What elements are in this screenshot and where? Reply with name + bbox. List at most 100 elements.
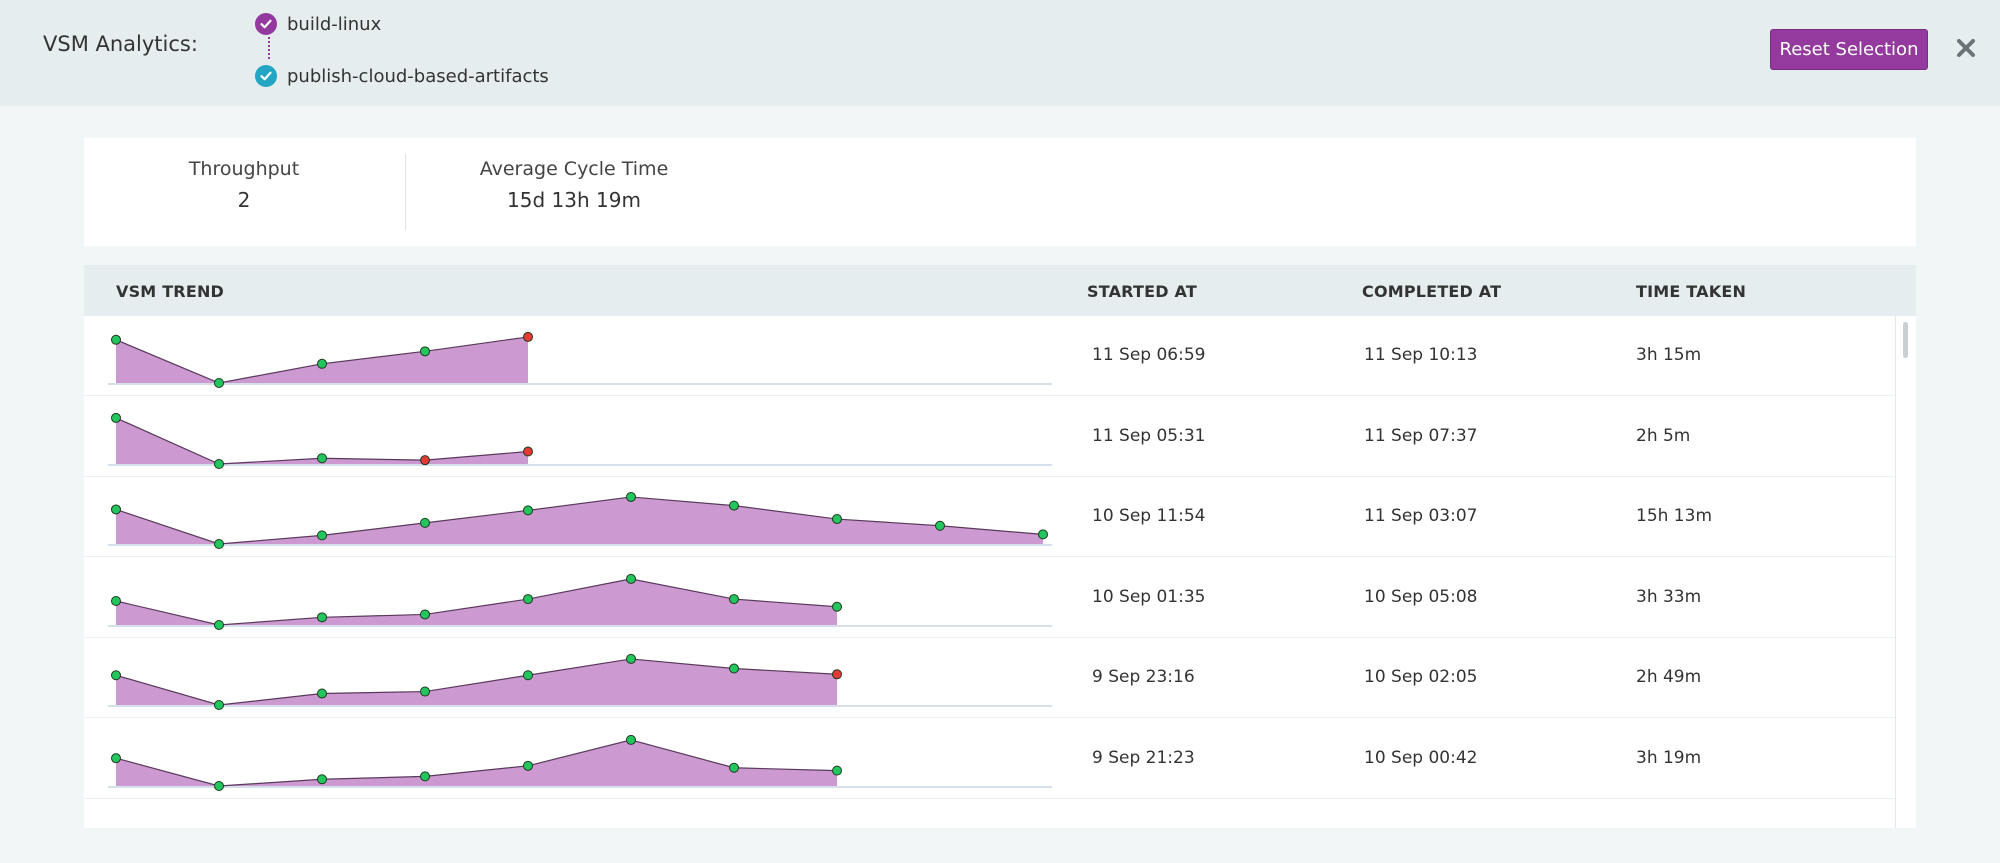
completed-at-cell: 11 Sep 03:07 <box>1364 506 1478 526</box>
time-taken-cell: 3h 33m <box>1636 586 1702 607</box>
trend-point[interactable] <box>214 378 224 388</box>
trend-point[interactable] <box>523 670 533 681</box>
column-header-completed-at: COMPLETED AT <box>1362 282 1502 301</box>
column-header-time-taken: TIME TAKEN <box>1636 282 1747 301</box>
time-taken-cell: 3h 15m <box>1636 345 1702 365</box>
table-row[interactable]: 10 Sep 11:54 11 Sep 03:07 15h 13m <box>84 477 1895 557</box>
time-taken-cell: 3h 19m <box>1636 747 1702 768</box>
vsm-trend-chart <box>108 491 1052 549</box>
stage-label: publish-cloud-based-artifacts <box>287 65 549 87</box>
vsm-trend-chart <box>108 573 1052 630</box>
trend-point[interactable] <box>523 593 533 604</box>
trend-point[interactable] <box>729 593 739 604</box>
trend-point[interactable] <box>214 619 224 630</box>
trend-point[interactable] <box>317 530 327 541</box>
table-row[interactable]: 9 Sep 23:16 10 Sep 02:05 2h 49m <box>84 638 1895 718</box>
column-header-started-at: STARTED AT <box>1087 282 1197 301</box>
trend-area <box>116 578 837 625</box>
table-row[interactable]: 9 Sep 21:23 10 Sep 00:42 3h 19m <box>84 719 1895 799</box>
stage-label: build-linux <box>287 13 382 35</box>
trend-point[interactable] <box>729 500 739 511</box>
vsm-trend-chart <box>108 734 1052 791</box>
stage-publish-cloud-based-artifacts[interactable]: publish-cloud-based-artifacts <box>255 65 549 87</box>
time-taken-cell: 2h 49m <box>1636 667 1702 687</box>
trend-point[interactable] <box>214 700 224 710</box>
completed-at-cell: 11 Sep 07:37 <box>1364 425 1478 446</box>
stage-build-linux[interactable]: build-linux <box>255 13 381 35</box>
trend-point[interactable] <box>111 334 121 345</box>
summary-panel: Throughput 2 Average Cycle Time 15d 13h … <box>84 138 1916 246</box>
close-icon[interactable] <box>1953 35 1979 61</box>
table-row[interactable]: 11 Sep 06:59 11 Sep 10:13 3h 15m <box>84 316 1895 396</box>
trend-point[interactable] <box>317 358 327 369</box>
trend-point[interactable] <box>832 514 842 525</box>
trend-point[interactable] <box>523 505 533 516</box>
vsm-trend-chart <box>108 653 1052 710</box>
time-taken-cell: 15h 13m <box>1636 506 1713 526</box>
analytics-header: VSM Analytics: build-linux publish-cloud… <box>0 0 2000 106</box>
started-at-cell: 11 Sep 06:59 <box>1092 345 1206 365</box>
column-header-vsm-trend: VSM TREND <box>116 282 225 301</box>
trend-point[interactable] <box>1038 529 1048 540</box>
trend-point[interactable] <box>626 653 636 664</box>
table-header: VSM TREND STARTED AT COMPLETED AT TIME T… <box>84 265 1916 316</box>
trend-point[interactable] <box>214 458 224 469</box>
trend-point[interactable] <box>214 780 224 791</box>
table-row[interactable]: 10 Sep 01:35 10 Sep 05:08 3h 33m <box>84 558 1895 638</box>
trend-point[interactable] <box>935 520 945 531</box>
time-taken-cell: 2h 5m <box>1636 425 1691 446</box>
trend-point[interactable] <box>832 669 842 680</box>
completed-at-cell: 10 Sep 05:08 <box>1364 586 1478 607</box>
trend-point[interactable] <box>111 670 121 681</box>
trend-point[interactable] <box>420 608 430 619</box>
page-title: VSM Analytics: <box>43 32 198 56</box>
trend-point[interactable] <box>626 573 636 584</box>
started-at-cell: 10 Sep 11:54 <box>1092 506 1206 526</box>
trend-point[interactable] <box>523 446 533 457</box>
check-circle-icon <box>255 65 277 87</box>
cycle-time-metric: Average Cycle Time 15d 13h 19m <box>444 158 704 212</box>
table-row[interactable]: 11 Sep 05:31 11 Sep 07:37 2h 5m <box>84 397 1895 477</box>
trend-point[interactable] <box>729 762 739 773</box>
stage-connector <box>268 37 270 59</box>
table-scrollbar[interactable] <box>1895 316 1916 828</box>
trend-point[interactable] <box>626 734 636 745</box>
metric-divider <box>405 154 406 230</box>
trend-point[interactable] <box>832 765 842 776</box>
cycle-time-value: 15d 13h 19m <box>507 188 641 212</box>
scrollbar-thumb[interactable] <box>1903 322 1908 358</box>
trend-point[interactable] <box>317 611 327 622</box>
trend-point[interactable] <box>420 454 430 465</box>
trend-point[interactable] <box>111 504 121 515</box>
started-at-cell: 9 Sep 23:16 <box>1092 667 1195 687</box>
trend-point[interactable] <box>523 760 533 771</box>
trend-point[interactable] <box>111 595 121 606</box>
trend-point[interactable] <box>420 686 430 697</box>
vsm-trend-table: VSM TREND STARTED AT COMPLETED AT TIME T… <box>84 265 1916 828</box>
trend-point[interactable] <box>523 331 533 342</box>
vsm-trend-chart <box>108 412 1052 469</box>
throughput-label: Throughput <box>188 158 300 180</box>
trend-point[interactable] <box>111 752 121 763</box>
reset-selection-button[interactable]: Reset Selection <box>1770 29 1928 70</box>
started-at-cell: 11 Sep 05:31 <box>1092 425 1206 446</box>
completed-at-cell: 10 Sep 00:42 <box>1364 747 1478 768</box>
trend-point[interactable] <box>214 539 224 549</box>
trend-point[interactable] <box>626 491 636 502</box>
trend-point[interactable] <box>420 770 430 781</box>
trend-point[interactable] <box>832 601 842 612</box>
trend-point[interactable] <box>317 773 327 784</box>
trend-point[interactable] <box>420 346 430 357</box>
trend-area <box>116 658 837 705</box>
throughput-metric: Throughput 2 <box>164 158 324 212</box>
check-circle-icon <box>255 13 277 35</box>
started-at-cell: 10 Sep 01:35 <box>1092 586 1206 607</box>
trend-area <box>116 739 837 786</box>
trend-point[interactable] <box>729 663 739 674</box>
trend-point[interactable] <box>317 688 327 699</box>
completed-at-cell: 11 Sep 10:13 <box>1364 345 1478 365</box>
trend-point[interactable] <box>317 452 327 463</box>
cycle-time-label: Average Cycle Time <box>479 158 669 180</box>
trend-point[interactable] <box>420 517 430 528</box>
trend-point[interactable] <box>111 412 121 423</box>
